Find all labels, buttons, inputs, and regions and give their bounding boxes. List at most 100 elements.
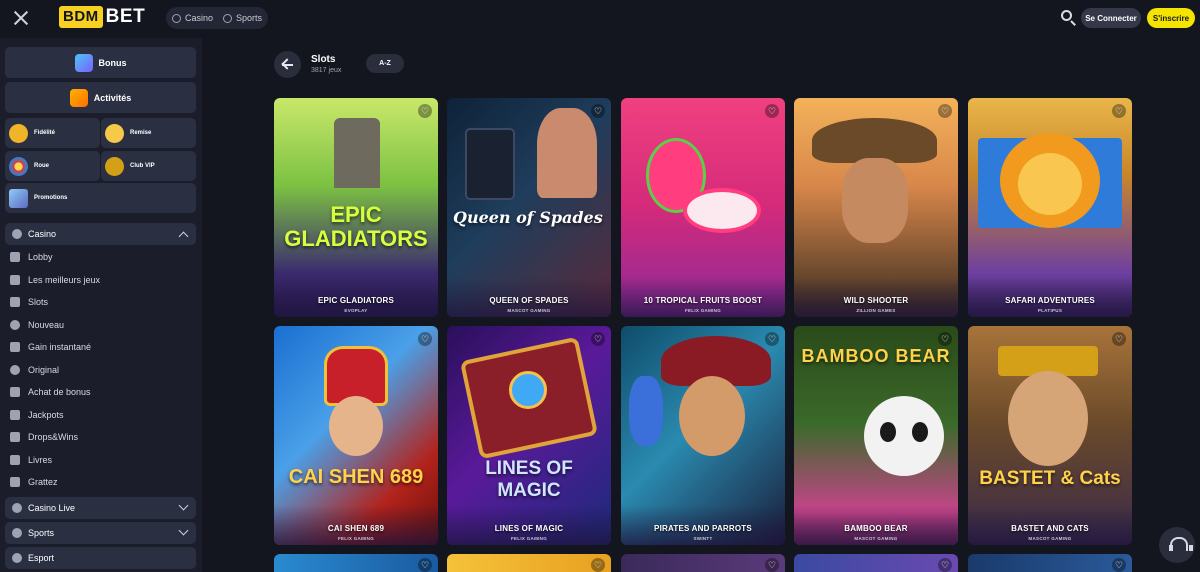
game-card-queen-of-spades[interactable]: Queen of Spades ♡ QUEEN OF SPADES MASCOT… — [447, 98, 611, 317]
logo-text: BET — [105, 6, 146, 27]
heart-icon[interactable]: ♡ — [418, 558, 432, 572]
game-name: BAMBOO BEAR — [844, 524, 908, 533]
heart-icon[interactable]: ♡ — [938, 104, 952, 118]
promotions-button[interactable]: Promotions — [5, 183, 196, 213]
heart-icon[interactable]: ♡ — [765, 332, 779, 346]
heart-icon[interactable]: ♡ — [1112, 104, 1126, 118]
sidebar-item-lobby[interactable]: Lobby — [10, 249, 53, 265]
heart-icon[interactable]: ♡ — [591, 558, 605, 572]
logo[interactable]: BDM BET — [59, 6, 145, 28]
chevron-down-icon — [178, 525, 189, 536]
activities-button[interactable]: Activités — [5, 82, 196, 113]
heart-icon[interactable]: ♡ — [591, 104, 605, 118]
game-provider: MASCOT GAMING — [507, 308, 551, 313]
game-card-safari-adventures[interactable]: ♡ SAFARI ADVENTURES PLATIPUS — [968, 98, 1132, 317]
wheel-button[interactable]: Roue — [5, 151, 100, 181]
original-icon — [10, 365, 20, 375]
signup-button[interactable]: S'inscrire — [1147, 8, 1195, 28]
mode-sports[interactable]: Sports — [223, 13, 262, 23]
login-button[interactable]: Se Connecter — [1081, 8, 1141, 28]
gift-icon — [74, 53, 93, 72]
chevron-down-icon — [178, 500, 189, 511]
game-art-title: EPIC GLADIATORS — [284, 202, 428, 251]
game-card-peek[interactable]: ♡ — [447, 554, 611, 572]
chevron-up-icon — [178, 231, 189, 242]
back-arrow-icon[interactable] — [274, 51, 301, 78]
casino-live-label: Casino Live — [28, 503, 76, 513]
esport-section-label: Esport — [28, 553, 55, 563]
vip-club-button[interactable]: Club VIP — [101, 151, 196, 181]
sidebar-item-new[interactable]: Nouveau — [10, 317, 64, 333]
cashback-label: Remise — [130, 130, 152, 136]
game-card-pirates-and-parrots[interactable]: ♡ PIRATES AND PARROTS SWINTT — [621, 326, 785, 545]
game-name: PIRATES AND PARROTS — [654, 524, 752, 533]
sidebar-item-books[interactable]: Livres — [10, 452, 52, 468]
sidebar-item-slots[interactable]: Slots — [10, 294, 48, 310]
game-name: EPIC GLADIATORS — [317, 296, 395, 305]
panda-eye-shape — [912, 422, 928, 442]
game-art-title: CAI SHEN 689 — [288, 466, 424, 488]
sports-icon — [12, 528, 22, 538]
game-card-peek[interactable]: ♡ — [794, 554, 958, 572]
bonus-button[interactable]: Bonus — [5, 47, 196, 78]
mode-casino[interactable]: Casino — [172, 13, 213, 23]
game-art-title: Queen of Spades — [453, 208, 603, 227]
casino-live-section-header[interactable]: Casino Live — [5, 497, 196, 519]
heart-icon[interactable]: ♡ — [418, 332, 432, 346]
game-card-cai-shen-689[interactable]: CAI SHEN 689 ♡ CAI SHEN 689 FELIX GAMING — [274, 326, 438, 545]
game-card-epic-gladiators[interactable]: EPIC GLADIATORS ♡ EPIC GLADIATORS EVOPLA… — [274, 98, 438, 317]
search-icon[interactable] — [1060, 9, 1077, 26]
headset-icon[interactable] — [1159, 527, 1195, 563]
sidebar-item-top-games[interactable]: Les meilleurs jeux — [10, 272, 100, 288]
instant-win-icon — [10, 342, 20, 352]
heart-icon[interactable]: ♡ — [1112, 558, 1126, 572]
sports-section-header[interactable]: Sports — [5, 522, 196, 544]
drops-icon — [10, 432, 20, 442]
heart-icon[interactable]: ♡ — [1112, 332, 1126, 346]
heart-icon[interactable]: ♡ — [591, 332, 605, 346]
sidebar-item-instant-win[interactable]: Gain instantané — [10, 339, 91, 355]
sort-az-button[interactable]: A-Z — [366, 54, 404, 73]
heart-icon[interactable]: ♡ — [938, 332, 952, 346]
game-card-10-tropical-fruits-boost[interactable]: ♡ 10 TROPICAL FRUITS BOOST FELIX GAMING — [621, 98, 785, 317]
sidebar-item-label: Livres — [28, 455, 53, 465]
game-card-peek[interactable]: ♡ — [274, 554, 438, 572]
game-card-peek[interactable]: ♡ — [621, 554, 785, 572]
cashback-button[interactable]: Remise — [101, 118, 196, 148]
mode-sports-label: Sports — [236, 13, 263, 23]
game-name: 10 TROPICAL FRUITS BOOST — [643, 296, 763, 305]
casino-section-header[interactable]: Casino — [5, 223, 196, 245]
queen-face-shape — [537, 108, 597, 198]
game-card-wild-shooter[interactable]: ♡ WILD SHOOTER ZILLION GAMES — [794, 98, 958, 317]
game-count: 3817 jeux — [311, 67, 342, 74]
heart-icon[interactable]: ♡ — [418, 104, 432, 118]
wheel-label: Roue — [34, 163, 49, 169]
sidebar-item-label: Lobby — [28, 252, 53, 262]
sidebar-item-original[interactable]: Original — [10, 362, 59, 378]
close-icon[interactable] — [12, 9, 30, 27]
casino-icon — [172, 13, 181, 23]
crown-icon — [69, 88, 88, 107]
heart-icon[interactable]: ♡ — [938, 558, 952, 572]
vip-icon — [105, 156, 124, 176]
sidebar-item-drops-wins[interactable]: Drops&Wins — [10, 429, 78, 445]
book-icon — [10, 455, 20, 465]
game-card-peek[interactable]: ♡ — [968, 554, 1132, 572]
heart-icon[interactable]: ♡ — [765, 558, 779, 572]
game-provider: FELIX GAMING — [510, 536, 548, 541]
game-card-bastet-and-cats[interactable]: BASTET & Cats ♡ BASTET AND CATS MASCOT G… — [968, 326, 1132, 545]
fire-icon — [10, 275, 20, 285]
game-provider: EVOPLAY — [344, 308, 368, 313]
game-name: CAI SHEN 689 — [327, 524, 385, 533]
heart-icon[interactable]: ♡ — [765, 104, 779, 118]
dragonfruit-slice-shape — [683, 188, 761, 233]
sidebar-item-scratch[interactable]: Grattez — [10, 474, 58, 490]
coins-icon — [105, 123, 124, 143]
sidebar-item-jackpots[interactable]: Jackpots — [10, 407, 64, 423]
esport-section-header[interactable]: Esport — [5, 547, 196, 569]
loyalty-button[interactable]: Fidélité — [5, 118, 100, 148]
sidebar-item-bonus-buy[interactable]: Achat de bonus — [10, 384, 91, 400]
sidebar-item-label: Achat de bonus — [28, 387, 91, 397]
game-card-lines-of-magic[interactable]: LINES OF MAGIC ♡ LINES OF MAGIC FELIX GA… — [447, 326, 611, 545]
game-card-bamboo-bear[interactable]: BAMBOO BEAR ♡ BAMBOO BEAR MASCOT GAMING — [794, 326, 958, 545]
